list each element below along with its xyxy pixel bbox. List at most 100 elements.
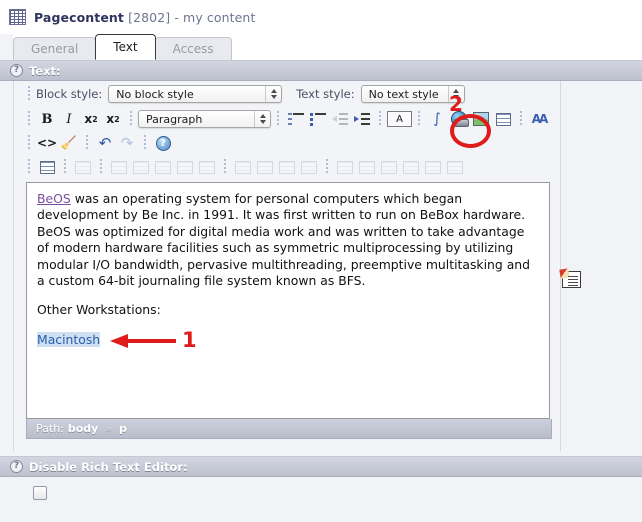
bullet-list-button[interactable] — [307, 109, 329, 129]
table-row-icon — [75, 160, 91, 174]
insert-col-after-button — [378, 157, 400, 177]
beos-link[interactable]: BeOS — [37, 191, 71, 206]
toolbar-separator — [418, 111, 420, 127]
undo-icon: ↶ — [98, 134, 112, 152]
toolbar-separator — [86, 135, 88, 151]
row-before-icon — [133, 160, 149, 174]
paste-row-icon — [279, 160, 295, 174]
image-icon — [473, 112, 489, 126]
content-paragraph-3: Macintosh — [37, 331, 539, 348]
paragraph-format-select[interactable]: Paragraph — [138, 110, 271, 128]
table-grid-button — [422, 157, 444, 177]
toolbar-separator — [277, 111, 279, 127]
superscript-button[interactable]: x2 — [102, 109, 124, 129]
macintosh-selected-text[interactable]: Macintosh — [37, 331, 101, 347]
merge-cells-button — [298, 157, 320, 177]
anchor-icon: A — [396, 113, 403, 125]
subscript-icon: x — [84, 112, 93, 126]
split-row-icon — [199, 160, 215, 174]
source-code-button[interactable]: <> — [36, 133, 58, 153]
toolbar-separator — [100, 159, 102, 175]
insert-table-button[interactable] — [492, 109, 514, 129]
table-properties-button[interactable] — [36, 157, 58, 177]
merge-cells-icon — [301, 160, 317, 174]
path-bar: Path: body » p — [26, 419, 552, 439]
help-icon-text[interactable]: ? — [10, 64, 23, 77]
editor-content-area[interactable]: BeOS was an operating system for persona… — [26, 182, 550, 419]
section-header-disable-rte: ? Disable Rich Text Editor: — [0, 456, 642, 477]
help-button[interactable]: ? — [152, 133, 174, 153]
rich-text-editor: Block style: No block style Text style: … — [13, 81, 561, 451]
text-style-label: Text style: — [296, 87, 355, 101]
insert-image-button[interactable] — [470, 109, 492, 129]
paragraph-format-value: Paragraph — [146, 113, 203, 126]
copy-row-button — [254, 157, 276, 177]
find-replace-button[interactable]: AA — [528, 109, 550, 129]
table-grid-icon — [425, 160, 441, 174]
subscript-button[interactable]: x2 — [80, 109, 102, 129]
chevron-updown-icon — [254, 111, 270, 127]
path-node-body[interactable]: body — [68, 422, 98, 435]
content-paragraph-2: Other Workstations: — [37, 302, 161, 318]
split-row-button — [196, 157, 218, 177]
table-cell-properties-button — [108, 157, 130, 177]
tab-general[interactable]: General — [13, 37, 97, 60]
insert-row-before-button — [130, 157, 152, 177]
col-after-icon — [381, 160, 397, 174]
table-row-properties-button — [72, 157, 94, 177]
toolbar-separator — [379, 111, 381, 127]
split-cells-icon — [337, 160, 353, 174]
table-icon — [39, 160, 55, 174]
tab-access[interactable]: Access — [154, 37, 232, 60]
page-title: Pagecontent [2802] - my content — [34, 10, 255, 25]
bold-icon: B — [41, 111, 53, 127]
split-cells-button — [334, 157, 356, 177]
numbered-list-icon — [288, 113, 304, 125]
bold-button[interactable]: B — [36, 109, 58, 129]
chevron-updown-icon — [265, 86, 281, 102]
row-after-icon — [155, 160, 171, 174]
disable-rte-checkbox[interactable] — [33, 486, 47, 500]
italic-button[interactable]: I — [58, 109, 80, 129]
help-icon-disable-rte[interactable]: ? — [10, 460, 23, 473]
table-summary-button — [444, 157, 466, 177]
page-header: Pagecontent [2802] - my content — [0, 0, 642, 34]
copy-row-icon — [257, 160, 273, 174]
text-style-value: No text style — [368, 88, 439, 101]
toolbar-separator — [28, 86, 30, 102]
page-title-main: Pagecontent — [34, 9, 125, 25]
toolbar-separator — [130, 111, 132, 127]
annotation-marker-1: 1 — [182, 328, 197, 352]
toolbar-separator — [28, 159, 30, 175]
italic-icon: I — [66, 111, 72, 127]
anchor-button[interactable]: A — [387, 111, 412, 127]
tab-text[interactable]: Text — [95, 34, 156, 60]
undo-button[interactable]: ↶ — [94, 133, 116, 153]
page-root: Pagecontent [2802] - my content General … — [0, 0, 642, 522]
toolbar-separator — [28, 111, 30, 127]
tab-bar: General Text Access — [13, 34, 642, 60]
cut-row-icon — [235, 160, 251, 174]
redo-button: ↷ — [116, 133, 138, 153]
numbered-list-button[interactable] — [285, 109, 307, 129]
toolbar-separator — [326, 159, 328, 175]
delete-row-icon — [177, 160, 193, 174]
binoculars-icon: AA — [531, 112, 549, 126]
outdent-button — [329, 109, 351, 129]
editor-footer-spacer — [14, 439, 560, 451]
block-style-value: No block style — [116, 88, 194, 101]
indent-button[interactable] — [351, 109, 373, 129]
disable-rte-checkbox-area — [0, 477, 642, 517]
disable-rte-section: ? Disable Rich Text Editor: — [0, 456, 642, 517]
annotation-marker-2: 2 — [449, 92, 463, 116]
insert-row-after-button — [152, 157, 174, 177]
edit-note-icon[interactable] — [562, 271, 581, 288]
toolbar-separator — [64, 159, 66, 175]
table-summary-icon — [447, 160, 463, 174]
special-character-button[interactable]: ∫ — [426, 109, 448, 129]
cleanup-button[interactable]: 🧹 — [58, 133, 80, 153]
content-paragraph-1: BeOS was an operating system for persona… — [37, 191, 539, 289]
path-chevron-icon: » — [105, 422, 113, 435]
block-style-select[interactable]: No block style — [108, 85, 283, 103]
path-node-p[interactable]: p — [119, 422, 127, 435]
